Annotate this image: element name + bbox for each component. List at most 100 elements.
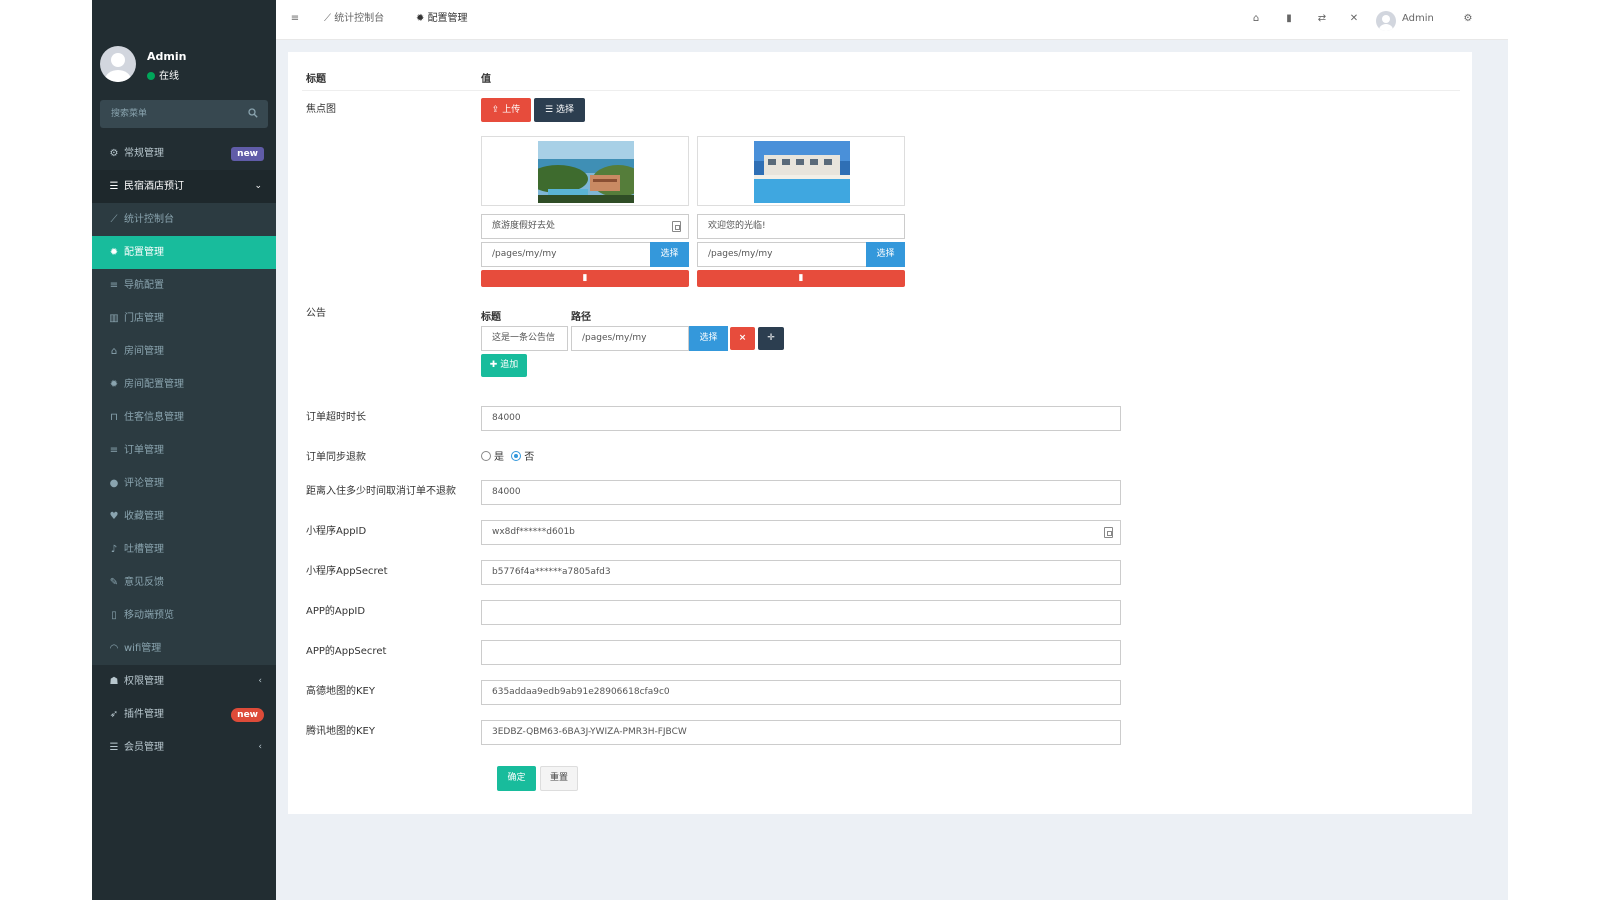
notice-path-input[interactable]: /pages/my/my <box>571 326 689 351</box>
amap-key-label: 高德地图的KEY <box>306 686 375 697</box>
slide-2-path-value: /pages/my/my <box>708 249 773 259</box>
notice-choose-button[interactable]: 选择 <box>689 326 728 351</box>
notice-path-value: /pages/my/my <box>582 333 647 343</box>
header-avatar[interactable] <box>1376 11 1396 31</box>
tab-config[interactable]: ✹ 配置管理 <box>416 0 468 40</box>
new-badge: new <box>231 147 264 161</box>
sidebar-item-complaints[interactable]: ♪ 吐槽管理 <box>92 533 276 566</box>
sidebar-item-label: 住客信息管理 <box>124 412 184 423</box>
submit-button[interactable]: 确定 <box>497 766 536 791</box>
sidebar-item-permissions[interactable]: ☗ 权限管理 ‹ <box>92 665 276 698</box>
order-timeout-value: 84000 <box>492 413 521 423</box>
sidebar-item-plugins[interactable]: ➶ 插件管理 new <box>92 698 276 731</box>
sidebar-item-comments[interactable]: ● 评论管理 <box>92 467 276 500</box>
sidebar-item-label: 房间管理 <box>124 346 164 357</box>
chevron-left-icon: ‹ <box>258 676 262 686</box>
hotel-pool-image <box>754 141 850 203</box>
column-header-title: 标题 <box>306 74 326 85</box>
refund-no-radio[interactable] <box>511 451 522 461</box>
slide-1-choose-button[interactable]: 选择 <box>650 242 689 267</box>
order-timeout-input[interactable]: 84000 <box>481 406 1121 431</box>
sidebar-item-members[interactable]: ☰ 会员管理 ‹ <box>92 731 276 764</box>
sidebar-item-nav-config[interactable]: ≡ 导航配置 <box>92 269 276 302</box>
qqmap-key-input[interactable]: 3EDBZ-QBM63-6BA3J-YWIZA-PMR3H-FJBCW <box>481 720 1121 745</box>
notice-title-input[interactable]: 这是一条公告信 <box>481 326 568 351</box>
mp-appid-label: 小程序AppID <box>306 526 367 537</box>
refund-sync-radio-group: 是 否 <box>481 448 534 463</box>
sidebar-item-dashboard[interactable]: ⟋ 统计控制台 <box>92 203 276 236</box>
slide-1-path-value: /pages/my/my <box>492 249 557 259</box>
cogs-icon: ⚙ <box>109 148 119 159</box>
tab-dashboard[interactable]: ⟋ 统计控制台 <box>324 0 384 40</box>
notice-add-button[interactable]: ✚ 追加 <box>481 354 527 377</box>
amap-key-input[interactable]: 635addaa9edb9ab91e28906618cfa9c0 <box>481 680 1121 705</box>
home-icon[interactable]: ⌂ <box>1249 12 1263 26</box>
choose-button[interactable]: ☰ 选择 <box>534 98 585 122</box>
mp-secret-input[interactable]: b5776f4a******a7805afd3 <box>481 560 1121 585</box>
sidebar-item-label: 吐槽管理 <box>124 544 164 555</box>
sidebar-item-orders[interactable]: ≡ 订单管理 <box>92 434 276 467</box>
chevron-left-icon: ‹ <box>258 742 262 752</box>
header-user-name[interactable]: Admin <box>1402 0 1434 40</box>
sidebar-item-label: wifi管理 <box>124 643 162 654</box>
lock-icon: ⊓ <box>110 412 118 423</box>
reset-button[interactable]: 重置 <box>540 766 578 791</box>
cogs-icon[interactable]: ⚙ <box>1461 12 1475 26</box>
sidebar-item-guests[interactable]: ⊓ 住客信息管理 <box>92 401 276 434</box>
menu-search-input[interactable] <box>100 100 240 128</box>
slide-1-delete-button[interactable]: ▮ <box>481 270 689 287</box>
refund-sync-label: 订单同步退款 <box>306 452 366 463</box>
config-panel: 标题 值 焦点图 ⇪ 上传 ☰ 选择 旅游度假好去处 欢迎您的光临! /page… <box>288 52 1472 814</box>
trash-icon: ▮ <box>582 273 588 283</box>
sidebar-item-rooms[interactable]: ⌂ 房间管理 <box>92 335 276 368</box>
app-secret-label: APP的AppSecret <box>306 646 387 657</box>
slide-1-path-input[interactable]: /pages/my/my <box>481 242 651 267</box>
upload-label: 上传 <box>502 105 521 115</box>
line-chart-icon: ⟋ <box>110 214 118 225</box>
fullscreen-icon[interactable]: ✕ <box>1347 12 1361 26</box>
app-appid-label: APP的AppID <box>306 606 366 617</box>
sidebar: Admin 在线 ⚙ 常规管理 new ☰ 民宿酒店预订 ⌄ ⟋ 统计控制台 ✹ 配置管理 … <box>92 0 276 900</box>
sidebar-item-room-config[interactable]: ✹ 房间配置管理 <box>92 368 276 401</box>
slide-2-title-input[interactable]: 欢迎您的光临! <box>697 214 905 239</box>
list-icon: ☰ <box>109 742 119 753</box>
app-secret-input[interactable] <box>481 640 1121 665</box>
sidebar-item-label: 评论管理 <box>124 478 164 489</box>
sidebar-item-mobile-preview[interactable]: ▯ 移动端预览 <box>92 599 276 632</box>
sidebar-item-feedback[interactable]: ✎ 意见反馈 <box>92 566 276 599</box>
users-icon: ☗ <box>109 676 119 687</box>
sidebar-item-wifi[interactable]: ◠ wifi管理 <box>92 632 276 665</box>
bars-icon: ≡ <box>109 445 119 456</box>
app-appid-input[interactable] <box>481 600 1121 625</box>
cancel-time-input[interactable]: 84000 <box>481 480 1121 505</box>
sidebar-item-label: 民宿酒店预订 <box>124 181 184 192</box>
sidebar-item-label: 收藏管理 <box>124 511 164 522</box>
gear-icon: ✹ <box>109 247 119 258</box>
header-divider <box>302 90 1460 91</box>
slide-2-path-input[interactable]: /pages/my/my <box>697 242 867 267</box>
sidebar-item-favorites[interactable]: ♥ 收藏管理 <box>92 500 276 533</box>
notice-remove-button[interactable]: × <box>730 327 755 350</box>
gear-icon: ✹ <box>416 13 428 24</box>
slide-2-delete-button[interactable]: ▮ <box>697 270 905 287</box>
focus-label: 焦点图 <box>306 104 336 115</box>
upload-button[interactable]: ⇪ 上传 <box>481 98 531 122</box>
sidebar-item-label: 门店管理 <box>124 313 164 324</box>
move-icon: ✛ <box>767 333 775 343</box>
notice-add-label: 追加 <box>500 360 519 370</box>
mp-appid-input[interactable]: wx8df******d601b <box>481 520 1121 545</box>
search-icon[interactable] <box>248 108 258 118</box>
trash-icon[interactable]: ▮ <box>1282 12 1296 26</box>
refund-yes-radio[interactable] <box>481 451 491 461</box>
sidebar-item-stores[interactable]: ▥ 门店管理 <box>92 302 276 335</box>
sidebar-item-label: 导航配置 <box>124 280 164 291</box>
sidebar-item-config[interactable]: ✹ 配置管理 <box>92 236 276 269</box>
notice-col-title: 标题 <box>481 312 501 323</box>
sidebar-item-general[interactable]: ⚙ 常规管理 new <box>92 137 276 170</box>
menu-toggle-icon[interactable]: ≡ <box>288 12 302 26</box>
slide-2-choose-button[interactable]: 选择 <box>866 242 905 267</box>
sidebar-item-hotel-booking[interactable]: ☰ 民宿酒店预订 ⌄ <box>92 170 276 203</box>
slide-1-title-input[interactable]: 旅游度假好去处 <box>481 214 689 239</box>
language-icon[interactable]: ⇄ <box>1315 12 1329 26</box>
notice-drag-button[interactable]: ✛ <box>758 327 784 350</box>
